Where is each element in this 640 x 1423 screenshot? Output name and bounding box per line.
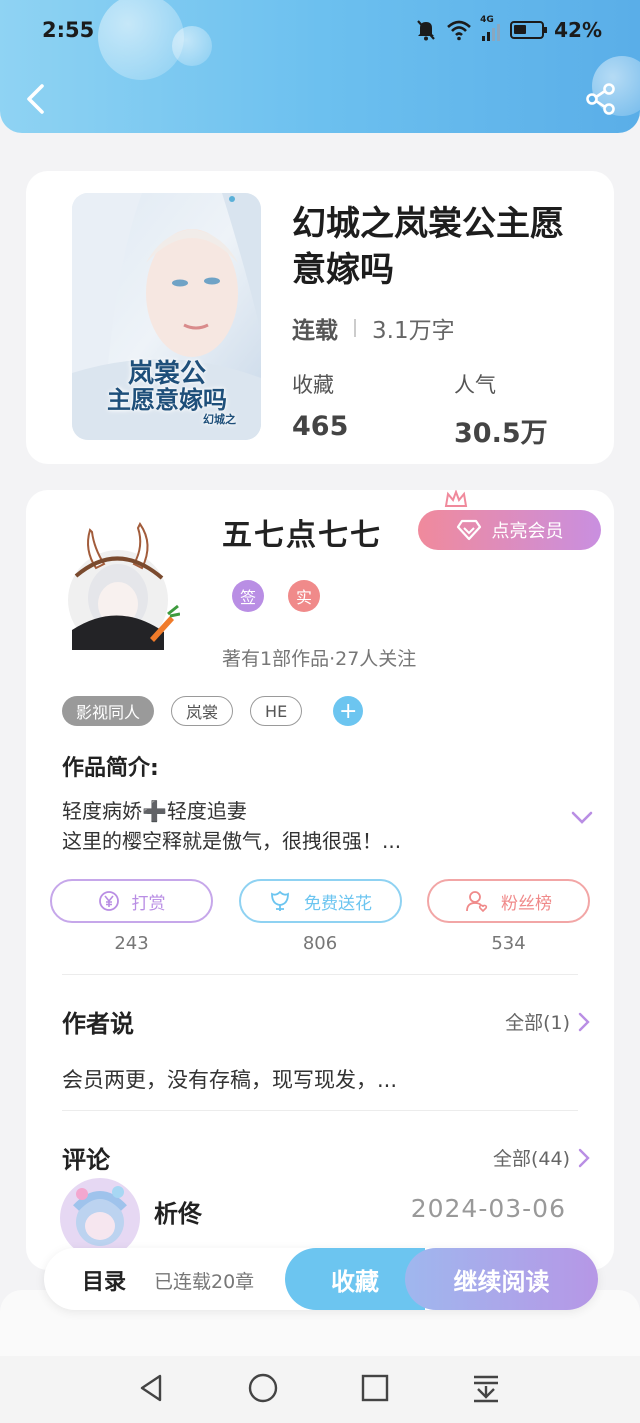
meta-separator (354, 319, 356, 337)
decor-bubble (172, 26, 212, 66)
author-says-more[interactable]: 全部(1) (505, 1008, 590, 1035)
divider (62, 974, 578, 975)
tag-item[interactable]: 岚裳 (171, 696, 234, 726)
tip-button[interactable]: 打赏 (50, 879, 213, 923)
status-time: 2:55 (42, 18, 95, 42)
fans-icon (466, 891, 488, 912)
back-icon[interactable] (20, 80, 56, 118)
divider (62, 1110, 578, 1111)
intro-title: 作品简介: (62, 756, 159, 781)
tip-count: 243 (114, 933, 149, 954)
toc-button[interactable]: 目录 (82, 1264, 126, 1296)
fans-label: 粉丝榜 (501, 893, 552, 914)
author-says-title: 作者说 (62, 1010, 134, 1038)
book-meta: 连载 3.1万字 (292, 311, 455, 345)
tip-label: 打赏 (131, 893, 166, 914)
signal-icon: 4G (480, 15, 501, 41)
intro-text[interactable]: 轻度病娇➕轻度追妻 这里的樱空释就是傲气，很拽很强！... (62, 796, 562, 856)
tip-action: 打赏 243 (50, 879, 213, 954)
fans-count: 534 (491, 933, 526, 954)
vip-button[interactable]: 点亮会员 (418, 510, 601, 550)
continue-reading-button[interactable]: 继续阅读 (405, 1248, 598, 1310)
chapter-count: 已连载20章 (154, 1271, 255, 1293)
book-title: 幻城之岚裳公主愿意嫁吗 (292, 204, 564, 290)
author-says-text[interactable]: 会员两更，没有存稿，现写现发，... (62, 1064, 397, 1094)
comments-title: 评论 (62, 1146, 110, 1174)
bottom-action-bar: 目录 已连载20章 收藏 继续阅读 (44, 1248, 598, 1310)
comment-date: 2024-03-06 (410, 1194, 566, 1223)
nav-back-icon[interactable] (136, 1372, 168, 1404)
comments-more-label: 全部(44) (492, 1148, 570, 1170)
vip-label: 点亮会员 (491, 521, 564, 542)
diamond-icon (456, 519, 481, 541)
author-avatar[interactable] (62, 520, 180, 650)
chevron-right-icon (578, 1148, 590, 1167)
share-icon[interactable] (584, 82, 618, 116)
stat-favorites: 收藏 465 (292, 369, 348, 442)
add-tag-icon[interactable]: + (333, 696, 364, 726)
flower-icon (271, 890, 289, 911)
cover-text-line3: 幻城之 (203, 413, 236, 426)
send-flower-button[interactable]: 免费送花 (238, 879, 402, 923)
stat-label: 收藏 (292, 373, 334, 397)
book-cover[interactable]: 岚裳公 主愿意嫁吗 幻城之 (72, 193, 261, 440)
tag-item[interactable]: 影视同人 (62, 696, 155, 726)
decor-bubble (98, 0, 184, 80)
action-row: 打赏 243 免费送花 806 粉丝榜 534 (50, 879, 590, 954)
details-card: 五七点七七 点亮会员 签 实 著有1部作品·27人关注 影视同人 岚裳 HE +… (26, 490, 614, 1270)
battery-percentage: 42% (554, 18, 602, 42)
crown-icon (444, 490, 468, 507)
nav-recents-icon[interactable] (359, 1372, 391, 1404)
system-navbar (0, 1356, 640, 1423)
stat-popularity: 人气 30.5万 (454, 369, 548, 450)
cover-text-line1: 岚裳公 (127, 359, 206, 389)
word-count: 3.1万字 (372, 318, 455, 344)
network-type: 4G (480, 15, 494, 25)
mute-icon (417, 20, 435, 41)
chevron-right-icon (578, 1012, 590, 1031)
stat-label: 人气 (454, 373, 496, 397)
verified-badge: 实 (288, 580, 320, 612)
cover-text-line2: 主愿意嫁吗 (107, 386, 227, 414)
flower-action: 免费送花 806 (238, 879, 402, 954)
chevron-down-icon[interactable] (570, 810, 594, 826)
collect-button[interactable]: 收藏 (285, 1248, 425, 1310)
intro-line: 这里的樱空释就是傲气，很拽很强！... (62, 829, 402, 853)
flower-label: 免费送花 (304, 893, 372, 914)
flower-count: 806 (302, 933, 338, 954)
fans-action: 粉丝榜 534 (427, 879, 590, 954)
book-info-card: 岚裳公 主愿意嫁吗 幻城之 幻城之岚裳公主愿意嫁吗 连载 3.1万字 收藏 46… (26, 171, 614, 464)
tag-item[interactable]: HE (250, 696, 303, 726)
commenter-avatar[interactable] (60, 1178, 140, 1258)
nav-notification-shade-icon[interactable] (470, 1372, 502, 1404)
book-status: 连载 (292, 318, 338, 344)
author-name[interactable]: 五七点七七 (222, 510, 382, 554)
nav-home-icon[interactable] (247, 1372, 279, 1404)
comments-more[interactable]: 全部(44) (493, 1144, 590, 1171)
stat-value: 30.5万 (454, 418, 548, 449)
intro-line: 轻度病娇➕轻度追妻 (62, 799, 247, 823)
author-says-more-label: 全部(1) (505, 1012, 570, 1034)
author-stats: 著有1部作品·27人关注 (222, 648, 417, 670)
tag-list: 影视同人 岚裳 HE + (62, 696, 364, 726)
wifi-icon (447, 20, 471, 41)
header: 2:55 4G 42% (0, 0, 640, 133)
yen-icon (98, 891, 119, 911)
status-icons: 4G 42% (416, 15, 602, 42)
battery-icon (510, 21, 548, 39)
cover-title-art: 岚裳公 主愿意嫁吗 幻城之 (82, 361, 252, 427)
sign-badge: 签 (232, 580, 264, 612)
commenter-name: 析佟 (154, 1200, 202, 1228)
stat-value: 465 (292, 411, 349, 442)
fans-ranking-button[interactable]: 粉丝榜 (427, 879, 590, 923)
